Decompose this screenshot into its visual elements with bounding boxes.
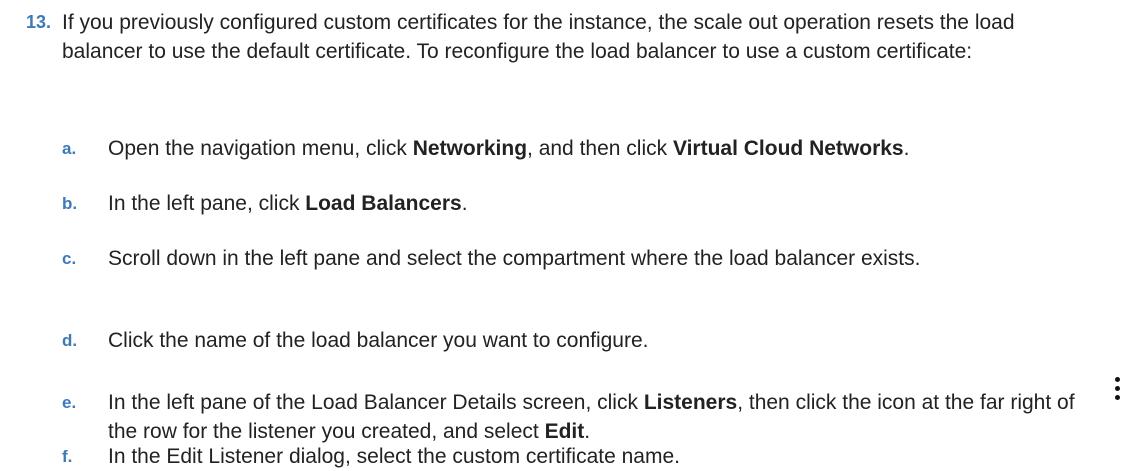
substep-text: Open the navigation menu, click Networki… — [108, 134, 1128, 163]
kebab-dot — [1115, 395, 1120, 400]
ui-term-listeners: Listeners — [643, 391, 738, 414]
substep-letter: a. — [62, 139, 77, 158]
substep-letter: e. — [62, 393, 77, 412]
text-run: . — [461, 192, 468, 215]
substep-letter: b. — [62, 194, 78, 213]
text-run: , and then click — [527, 137, 673, 160]
substep-f: f. In the Edit Listener dialog, select t… — [62, 442, 1136, 471]
substep-text: In the left pane, click Load Balancers. — [108, 189, 1128, 218]
substep-text: Click the name of the load balancer you … — [108, 329, 649, 352]
ui-term-networking: Networking — [412, 137, 528, 160]
substep-a: a. Open the navigation menu, click Netwo… — [62, 134, 1136, 163]
substep-b: b. In the left pane, click Load Balancer… — [62, 189, 1136, 218]
text-run: . — [903, 137, 910, 160]
step-number: 13. — [26, 12, 52, 32]
ui-term-virtual-cloud-networks: Virtual Cloud Networks — [672, 137, 904, 160]
substep-e: e. In the left pane of the Load Balancer… — [62, 388, 1136, 446]
substep-d: d. Click the name of the load balancer y… — [62, 326, 1136, 355]
substep-text: In the left pane of the Load Balancer De… — [108, 388, 1098, 446]
substep-c: c. Scroll down in the left pane and sele… — [62, 244, 1136, 273]
kebab-menu-icon — [1115, 377, 1121, 405]
substep-letter: d. — [62, 331, 78, 350]
substep-letter: c. — [62, 249, 77, 268]
ui-term-edit: Edit — [544, 420, 585, 443]
step-text: If you previously configured custom cert… — [62, 11, 1015, 63]
substep-letter: f. — [62, 447, 73, 466]
substep-text: In the Edit Listener dialog, select the … — [108, 445, 680, 468]
text-run: In the left pane, click — [108, 192, 306, 215]
kebab-dot — [1115, 377, 1120, 382]
kebab-dot — [1115, 386, 1120, 391]
ui-term-load-balancers: Load Balancers — [305, 192, 462, 215]
text-run: In the left pane of the Load Balancer De… — [108, 391, 644, 414]
text-run: Open the navigation menu, click — [108, 137, 413, 160]
substep-text: Scroll down in the left pane and select … — [108, 247, 921, 270]
step-13: 13. If you previously configured custom … — [26, 8, 1130, 66]
text-run: . — [584, 420, 591, 443]
